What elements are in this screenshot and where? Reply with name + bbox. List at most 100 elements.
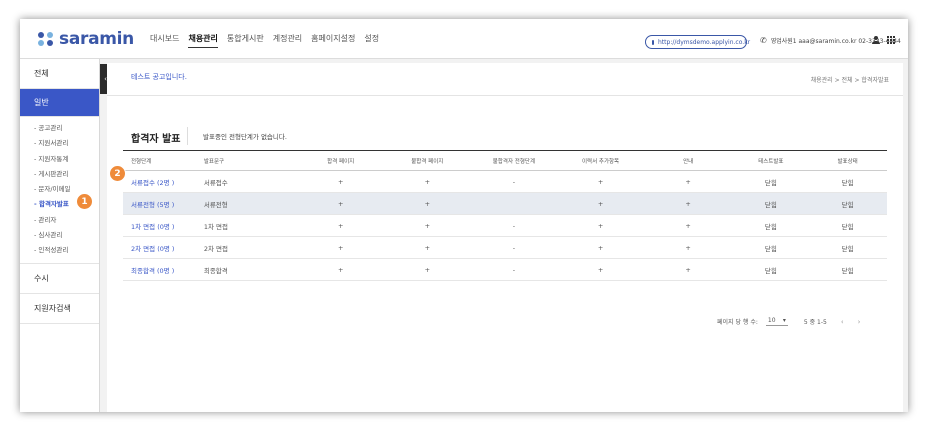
sidebar-item-general[interactable]: 일반 bbox=[20, 89, 99, 117]
col-header-guide: 안내 bbox=[683, 158, 694, 165]
add-resume-field-button[interactable]: + bbox=[558, 266, 643, 274]
add-guide-button[interactable]: + bbox=[643, 200, 734, 208]
message-cell: 1차 면접 bbox=[203, 222, 228, 231]
announce-status[interactable]: 닫힘 bbox=[808, 199, 887, 209]
title-separator bbox=[187, 127, 188, 145]
stage-link[interactable]: 서류접수 (2명 ) bbox=[123, 177, 204, 187]
announce-status[interactable]: 닫힘 bbox=[808, 243, 887, 253]
table-row: 2차 면접 (0명 ) 2차 면접 + + - + + 닫힘 닫힘 bbox=[123, 237, 887, 259]
sidebar: 전체 일반 - 공고관리 - 지원서관리 - 지원자통계 - 게시판관리 - 문… bbox=[20, 59, 100, 412]
table-header: 전형단계 발표문구 합격 페이지 불합격 페이지 불합격자 전형단계 이력서 추… bbox=[123, 150, 887, 171]
sidebar-item-applicant-stats[interactable]: - 지원자통계 bbox=[20, 152, 99, 167]
prev-page-button[interactable]: ‹ bbox=[841, 318, 844, 326]
add-fail-page-button[interactable]: + bbox=[385, 200, 470, 208]
test-announce-status[interactable]: 닫힘 bbox=[733, 221, 808, 231]
sidebar-item-evaluation[interactable]: - 심사관리 bbox=[20, 228, 99, 243]
next-page-button[interactable]: › bbox=[858, 318, 861, 326]
divider bbox=[107, 95, 903, 96]
logo-dots-icon bbox=[38, 32, 54, 46]
grid-menu-icon[interactable] bbox=[887, 36, 895, 44]
add-guide-button[interactable]: + bbox=[643, 266, 734, 274]
test-announce-status[interactable]: 닫힘 bbox=[733, 265, 808, 275]
announcement-status-note: 발표중인 전형단계가 없습니다. bbox=[203, 133, 287, 141]
announce-status[interactable]: 닫힘 bbox=[808, 221, 887, 231]
test-announce-status[interactable]: 닫힘 bbox=[733, 177, 808, 187]
sidebar-item-admin[interactable]: - 관리자 bbox=[20, 213, 99, 228]
fail-stage-cell: - bbox=[512, 243, 516, 252]
add-fail-page-button[interactable]: + bbox=[385, 244, 470, 252]
saramin-logo[interactable]: saramin bbox=[38, 29, 134, 49]
site-url-text: http://dymsdemo.applyin.co.kr bbox=[658, 38, 751, 46]
sidebar-item-job-postings[interactable]: - 공고관리 bbox=[20, 121, 99, 136]
fail-stage-cell: - bbox=[512, 177, 516, 186]
announce-status[interactable]: 닫힘 bbox=[808, 265, 887, 275]
main-menu: 대시보드 채용관리 통합게시판 계정관리 홈페이지설정 설정 bbox=[150, 19, 388, 59]
table-row: 1차 면접 (0명 ) 1차 면접 + + - + + 닫힘 닫힘 bbox=[123, 215, 887, 237]
stage-link[interactable]: 1차 면접 (0명 ) bbox=[123, 221, 204, 231]
col-header-stage: 전형단계 bbox=[131, 158, 152, 165]
user-info-text: 영업사원1 aaa@saramin.co.kr 02-3333-4444 bbox=[770, 38, 901, 45]
annotation-badge-2: 2 bbox=[109, 165, 126, 182]
page-title: 합격자 발표 bbox=[131, 134, 181, 145]
phone-icon: ✆ bbox=[760, 36, 767, 45]
stage-link[interactable]: 서류전형 (5명 ) bbox=[123, 199, 204, 209]
rows-per-page-select[interactable]: 10 ▾ bbox=[765, 317, 788, 326]
col-header-message: 발표문구 bbox=[203, 158, 225, 165]
nav-account[interactable]: 계정관리 bbox=[273, 19, 302, 59]
add-pass-page-button[interactable]: + bbox=[296, 222, 385, 230]
stage-link[interactable]: 2차 면접 (0명 ) bbox=[123, 243, 204, 253]
test-announce-status[interactable]: 닫힘 bbox=[733, 199, 808, 209]
add-pass-page-button[interactable]: + bbox=[296, 244, 385, 252]
rows-per-page-value: 10 bbox=[767, 317, 776, 324]
add-fail-page-button[interactable]: + bbox=[385, 222, 470, 230]
sidebar-item-rolling[interactable]: 수시 bbox=[20, 264, 99, 294]
app-window: saramin 대시보드 채용관리 통합게시판 계정관리 홈페이지설정 설정 h… bbox=[20, 19, 908, 412]
rows-per-page-label: 페이지 당 행 수: bbox=[717, 319, 758, 326]
message-cell: 2차 면접 bbox=[203, 244, 228, 253]
sidebar-item-applicant-search[interactable]: 지원자검색 bbox=[20, 294, 99, 324]
person-icon[interactable] bbox=[872, 36, 880, 44]
posting-title: 테스트 공고입니다. bbox=[131, 73, 187, 81]
nav-board[interactable]: 통합게시판 bbox=[227, 19, 264, 59]
test-announce-status[interactable]: 닫힘 bbox=[733, 243, 808, 253]
table-row: 서류접수 (2명 ) 서류접수 + + - + + 닫힘 닫힘 bbox=[123, 171, 887, 193]
main-content: 테스트 공고입니다. 채용관리 > 전체 > 합격자발표 합격자 발표 발표중인… bbox=[107, 63, 903, 412]
add-resume-field-button[interactable]: + bbox=[558, 222, 643, 230]
page-range: 5 중 1-5 bbox=[803, 319, 827, 326]
announce-status[interactable]: 닫힘 bbox=[808, 177, 887, 187]
add-guide-button[interactable]: + bbox=[643, 222, 734, 230]
add-fail-page-button[interactable]: + bbox=[385, 178, 470, 186]
announcement-table: 전형단계 발표문구 합격 페이지 불합격 페이지 불합격자 전형단계 이력서 추… bbox=[123, 150, 887, 281]
sidebar-item-all[interactable]: 전체 bbox=[20, 59, 99, 89]
sidebar-item-aptitude[interactable]: - 인적성관리 bbox=[20, 243, 99, 258]
col-header-fail-page: 불합격 페이지 bbox=[411, 158, 444, 165]
fail-stage-cell: - bbox=[512, 265, 516, 274]
add-guide-button[interactable]: + bbox=[643, 244, 734, 252]
table-row: 최종합격 (0명 ) 최종합격 + + - + + 닫힘 닫힘 bbox=[123, 259, 887, 281]
add-fail-page-button[interactable]: + bbox=[385, 266, 470, 274]
nav-recruitment[interactable]: 채용관리 bbox=[188, 19, 219, 59]
site-url-button[interactable]: http://dymsdemo.applyin.co.kr bbox=[645, 35, 751, 49]
add-resume-field-button[interactable]: + bbox=[558, 244, 643, 252]
fail-stage-cell: - bbox=[512, 221, 516, 230]
add-pass-page-button[interactable]: + bbox=[296, 266, 385, 274]
message-cell: 최종합격 bbox=[203, 266, 228, 275]
sidebar-item-board[interactable]: - 게시판관리 bbox=[20, 167, 99, 182]
col-header-fail-stage: 불합격자 전형단계 bbox=[492, 158, 536, 165]
add-guide-button[interactable]: + bbox=[643, 178, 734, 186]
add-resume-field-button[interactable]: + bbox=[558, 178, 643, 186]
add-pass-page-button[interactable]: + bbox=[296, 178, 385, 186]
nav-settings[interactable]: 설정 bbox=[364, 19, 379, 59]
add-resume-field-button[interactable]: + bbox=[558, 200, 643, 208]
message-cell: 서류접수 bbox=[203, 178, 228, 187]
nav-homepage-settings[interactable]: 홈페이지설정 bbox=[311, 19, 355, 59]
nav-dashboard[interactable]: 대시보드 bbox=[150, 19, 179, 59]
stage-link[interactable]: 최종합격 (0명 ) bbox=[123, 265, 204, 275]
breadcrumb: 채용관리 > 전체 > 합격자발표 bbox=[810, 77, 889, 84]
sidebar-item-applications[interactable]: - 지원서관리 bbox=[20, 136, 99, 151]
col-header-test-announce: 테스트발표 bbox=[758, 158, 784, 165]
add-pass-page-button[interactable]: + bbox=[296, 200, 385, 208]
annotation-badge-1: 1 bbox=[76, 193, 93, 210]
col-header-resume-fields: 이력서 추가항목 bbox=[581, 158, 620, 165]
sidebar-submenu: - 공고관리 - 지원서관리 - 지원자통계 - 게시판관리 - 문자/이메일 … bbox=[20, 117, 99, 264]
